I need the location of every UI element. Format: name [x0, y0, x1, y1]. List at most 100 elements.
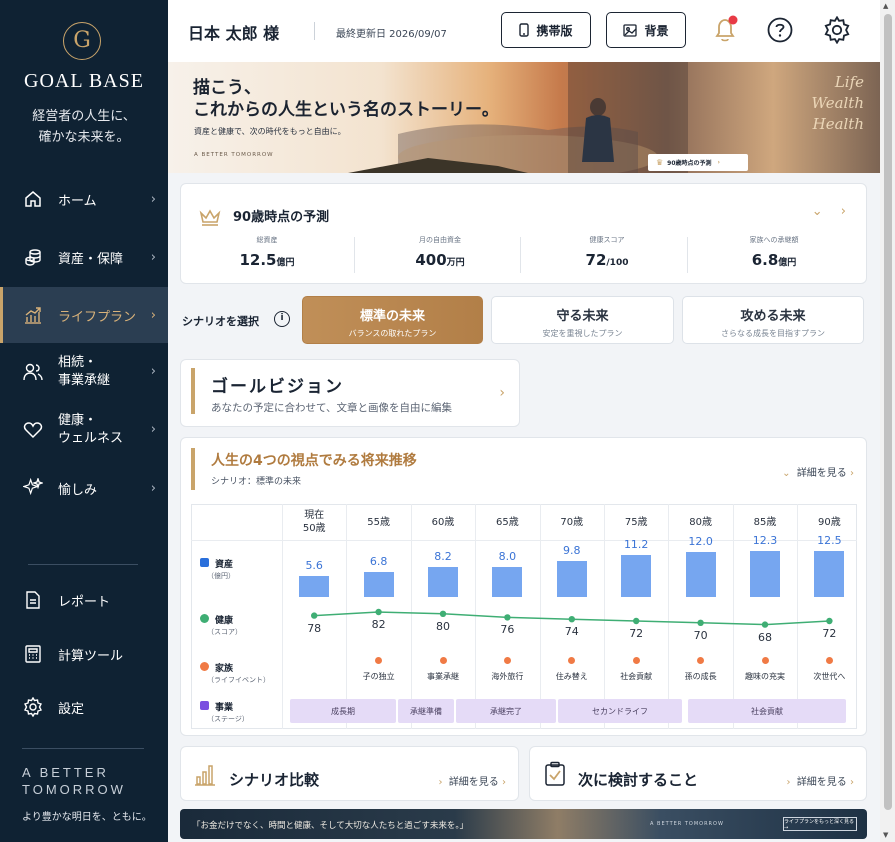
hero-banner: 描こう、 これからの人生という名のストーリー。 資産と健康で、次の時代をもっと自…: [168, 62, 880, 173]
family-event-label: 子の独立: [362, 672, 395, 681]
info-icon[interactable]: i: [274, 311, 290, 327]
last-updated: 最終更新日 2026/09/07: [336, 29, 447, 40]
chevron-down-icon[interactable]: ⌄: [812, 204, 823, 219]
stat-value: 6.8億円: [689, 251, 859, 269]
sidebar-item-assets[interactable]: 資産・保障 ›: [0, 244, 168, 270]
sidebar-divider: [22, 748, 144, 749]
mobile-view-button[interactable]: 携帯版: [501, 12, 591, 48]
asset-bar: [363, 571, 394, 597]
scenario-title: 標準の未来: [359, 309, 425, 324]
script-life: Life: [834, 73, 864, 91]
mobile-view-label: 携帯版: [536, 23, 573, 38]
detail-label: 詳細を見る: [796, 468, 847, 479]
accent-bar: [191, 448, 195, 490]
chevron-right-icon: ›: [717, 159, 721, 166]
hero-title-line-2: これからの人生という名のストーリー。: [193, 100, 499, 120]
label-line-2: 事業承継: [58, 373, 111, 388]
sidebar-item-settings[interactable]: 設定: [0, 694, 168, 720]
sidebar-item-inheritance[interactable]: 相続・ 事業承継 ›: [0, 352, 168, 392]
chevron-right-icon[interactable]: ›: [841, 204, 846, 219]
family-event-label: 住み替え: [555, 672, 588, 681]
asset-value: 8.0: [498, 550, 517, 564]
asset-bar: [428, 566, 458, 597]
stat-value: 72/100: [522, 251, 692, 269]
stat-label: 総資産: [256, 236, 278, 244]
stat-number: 400: [415, 251, 447, 269]
row-label-assets: 資産 （億円）: [200, 557, 235, 581]
chevron-right-icon: ›: [786, 777, 791, 788]
compare-detail-link[interactable]: › 詳細を見る ›: [438, 773, 506, 788]
next-steps-card[interactable]: 次に検討すること › 詳細を見る ›: [529, 746, 867, 801]
asset-value: 8.2: [434, 549, 452, 563]
phone-icon: [519, 23, 530, 37]
stat-value: 12.5億円: [182, 251, 352, 269]
stat-health-score: 健康スコア 72/100: [522, 235, 692, 269]
sidebar-item-calculator[interactable]: 計算ツール: [0, 641, 168, 667]
sidebar-item-leisure[interactable]: 愉しみ ›: [0, 475, 168, 501]
next-steps-detail-link[interactable]: › 詳細を見る ›: [786, 773, 854, 788]
sidebar-item-report[interactable]: レポート: [0, 587, 168, 613]
row-label-text: 健康: [215, 616, 234, 626]
chevron-right-icon: ›: [150, 422, 156, 437]
bottom-tagline-jp: より豊かな明日を、ともに。: [22, 812, 152, 823]
stat-number: 6.8: [751, 251, 779, 269]
scroll-down-icon[interactable]: ▼: [883, 831, 888, 839]
chevron-right-icon: ›: [850, 468, 854, 479]
scenario-title: 攻める未来: [740, 309, 806, 324]
heart-icon: [22, 419, 44, 441]
notification-bell-icon[interactable]: [711, 15, 739, 49]
health-value: 78: [307, 621, 322, 635]
scrollbar-thumb[interactable]: [884, 14, 892, 810]
help-icon[interactable]: [766, 16, 794, 48]
sparkle-icon: [22, 477, 44, 499]
scenario-standard-button[interactable]: 標準の未来 バランスの取れたプラン: [302, 296, 483, 344]
scenario-sub: さらなる成長を目指すプラン: [721, 329, 825, 338]
hero-tag-label: 90歳時点の予測: [667, 160, 712, 167]
script-health: Health: [812, 115, 864, 133]
compare-title: シナリオ比較: [229, 771, 320, 789]
scenario-protect-button[interactable]: 守る未来 安定を重視したプラン: [491, 296, 674, 344]
scenario-aggressive-button[interactable]: 攻める未来 さらなる成長を目指すプラン: [682, 296, 864, 344]
stat-number: 12.5: [239, 251, 277, 269]
chevron-right-icon: ›: [150, 307, 156, 323]
scenario-title: 守る未来: [556, 309, 609, 324]
scroll-up-icon[interactable]: ▲: [883, 2, 888, 10]
chevron-right-icon: ›: [499, 385, 505, 401]
sidebar-item-lifeplan[interactable]: ライフプラン ›: [0, 287, 168, 343]
brand-tagline: 経営者の人生に、 確かな未来を。: [0, 106, 168, 148]
gear-icon[interactable]: [823, 15, 851, 48]
asset-value: 9.8: [563, 543, 581, 557]
asset-bar: [556, 560, 587, 597]
crown-icon: [199, 208, 221, 230]
sidebar-item-home[interactable]: ホーム ›: [0, 186, 168, 212]
scenario-compare-card[interactable]: シナリオ比較 › 詳細を見る ›: [180, 746, 519, 801]
bottom-tagline-2: TOMORROW: [22, 782, 126, 797]
stat-divider: [520, 237, 521, 273]
hero-prediction-tag[interactable]: ♛ 90歳時点の予測 ›: [648, 154, 748, 171]
home-icon: [22, 188, 44, 210]
family-event-label: 次世代へ: [813, 672, 846, 681]
user-name: 日本 太郎 様: [188, 24, 280, 43]
banner-lifeplan-button[interactable]: ライフプランをもっと深く見る →: [783, 817, 857, 831]
asset-bar: [299, 576, 330, 597]
asset-value: 6.8: [369, 554, 388, 568]
family-event-dot: [825, 657, 833, 664]
hero-title-line-1: 描こう、: [193, 78, 261, 98]
asset-bar: [492, 567, 523, 597]
stage-succession-prep: 承継準備: [398, 699, 454, 723]
background-button[interactable]: 背景: [606, 12, 686, 48]
future-detail-link[interactable]: ⌄ 詳細を見る ›: [782, 464, 854, 479]
stat-label: 家族への承継額: [749, 236, 799, 244]
goal-vision-card[interactable]: ゴールビジョン あなたの予定に合わせて、文章と画像を自由に編集 ›: [180, 359, 520, 427]
row-label-business: 事業 （ステージ）: [200, 700, 249, 724]
sidebar-item-wellness[interactable]: 健康・ ウェルネス ›: [0, 410, 168, 450]
health-value: 76: [500, 623, 515, 637]
prediction-controls: ⌄ ›: [812, 204, 846, 219]
health-value: 68: [758, 630, 772, 644]
chevron-right-icon: ›: [502, 777, 506, 788]
hero-subtitle: 資産と健康で、次の時代をもっと自由に。: [194, 127, 346, 136]
future-title: 人生の4つの視点でみる将来推移: [211, 453, 417, 469]
sidebar-item-label: 計算ツール: [58, 648, 124, 664]
family-event-label: 事業承継: [427, 672, 459, 681]
stage-social-contribution: 社会貢献: [688, 699, 846, 723]
